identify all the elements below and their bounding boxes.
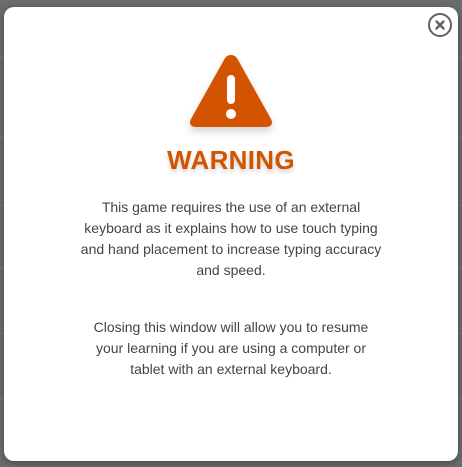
modal-title: WARNING [167, 145, 295, 175]
warning-modal: WARNING This game requires the use of an… [4, 7, 458, 461]
message-line: This game requires the use of an externa… [101, 199, 361, 215]
message-line: your learning if you are using a compute… [95, 340, 367, 356]
message-line: Closing this window will allow you to re… [93, 319, 369, 335]
message-line: and speed. [196, 262, 266, 278]
message-line: keyboard as it explains how to use touch… [84, 220, 378, 236]
close-icon [435, 20, 445, 30]
message-line: and hand placement to increase typing ac… [80, 241, 382, 257]
warning-triangle-icon [190, 55, 272, 127]
close-button[interactable] [428, 13, 452, 37]
resume-message: Closing this window will allow you to re… [4, 317, 458, 380]
message-line: tablet with an external keyboard. [130, 361, 332, 377]
warning-message: This game requires the use of an externa… [4, 197, 458, 281]
